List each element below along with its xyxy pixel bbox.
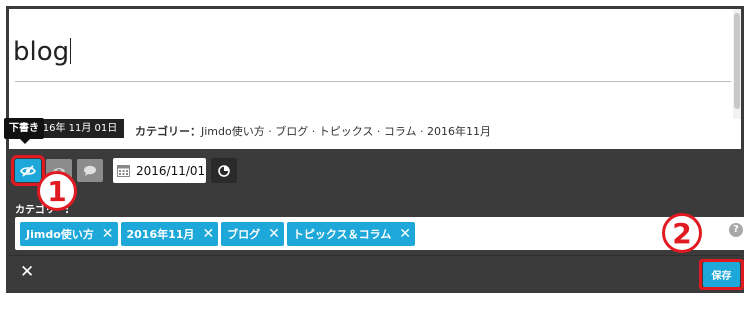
draft-tooltip: 下書き bbox=[4, 118, 44, 144]
tag-chip[interactable]: トピックス＆コラム ✕ bbox=[286, 222, 415, 246]
scrollbar[interactable] bbox=[733, 9, 741, 119]
tag-list: Jimdo使い方 ✕ 2016年11月 ✕ ブログ ✕ トピックス＆コラム ✕ bbox=[20, 222, 415, 246]
tag-label: Jimdo使い方 bbox=[26, 228, 94, 241]
close-button[interactable]: ✕ bbox=[20, 264, 34, 281]
blog-post-editor: blog 2016年 11月 01日 カテゴリー：Jimdo使い方 · ブログ … bbox=[6, 6, 749, 293]
post-date-value: 2016/11/01 bbox=[136, 163, 206, 178]
post-title-text: blog bbox=[13, 37, 70, 67]
step-1-badge: 1 bbox=[37, 171, 77, 211]
category-tag-input[interactable]: Jimdo使い方 ✕ 2016年11月 ✕ ブログ ✕ トピックス＆コラム ✕ ? bbox=[15, 217, 749, 250]
remove-tag-icon[interactable]: ✕ bbox=[102, 227, 114, 241]
tag-label: ブログ bbox=[227, 228, 261, 241]
scrollbar-thumb[interactable] bbox=[734, 13, 740, 109]
category-prefix: カテゴリー： bbox=[135, 125, 201, 138]
tag-chip[interactable]: Jimdo使い方 ✕ bbox=[20, 222, 118, 246]
category-tag-section: カテゴリー: Jimdo使い方 ✕ 2016年11月 ✕ ブログ ✕ トピックス＆コラ… bbox=[9, 195, 749, 255]
eye-slash-icon bbox=[20, 164, 36, 177]
tag-label: 2016年11月 bbox=[126, 228, 195, 241]
tag-label: トピックス＆コラム bbox=[292, 228, 392, 241]
remove-tag-icon[interactable]: ✕ bbox=[202, 227, 214, 241]
remove-tag-icon[interactable]: ✕ bbox=[268, 227, 280, 241]
post-date-input[interactable]: 2016/11/01 bbox=[113, 158, 206, 183]
comments-button[interactable] bbox=[77, 159, 103, 182]
time-picker-button[interactable] bbox=[211, 158, 237, 183]
remove-tag-icon[interactable]: ✕ bbox=[399, 227, 411, 241]
comment-icon bbox=[84, 165, 96, 176]
title-divider bbox=[15, 81, 731, 82]
tag-chip[interactable]: 2016年11月 ✕ bbox=[120, 222, 219, 246]
post-meta-row: 2016年 11月 01日 カテゴリー：Jimdo使い方 · ブログ · トピッ… bbox=[9, 115, 741, 141]
post-category-line: カテゴリー：Jimdo使い方 · ブログ · トピックス · コラム · 201… bbox=[135, 123, 491, 139]
draft-toggle-button[interactable] bbox=[11, 155, 45, 186]
clock-icon bbox=[218, 164, 230, 177]
calendar-icon bbox=[117, 165, 130, 177]
category-list-text: Jimdo使い方 · ブログ · トピックス · コラム · 2016年11月 bbox=[201, 125, 492, 138]
step-2-badge: 2 bbox=[662, 213, 702, 253]
save-button[interactable]: 保存 bbox=[703, 262, 740, 287]
post-settings-toolbar: 2016/11/01 bbox=[9, 149, 741, 195]
tag-chip[interactable]: ブログ ✕ bbox=[221, 222, 284, 246]
post-title-input[interactable]: blog bbox=[13, 37, 72, 67]
editor-footer: ✕ 保存 bbox=[9, 255, 744, 290]
help-icon[interactable]: ? bbox=[729, 223, 743, 237]
post-title-area[interactable]: blog bbox=[9, 9, 741, 87]
text-caret bbox=[70, 38, 72, 64]
